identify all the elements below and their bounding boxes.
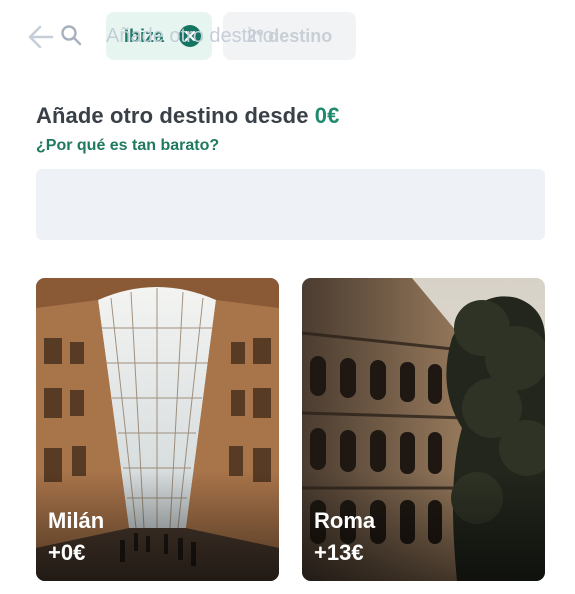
back-button[interactable] — [26, 22, 56, 52]
destination-card-milan[interactable]: Milán +0€ — [36, 278, 279, 581]
why-cheap-link[interactable]: ¿Por qué es tan barato? — [36, 137, 219, 155]
search-box[interactable] — [36, 169, 545, 240]
destination-city: Roma — [314, 508, 376, 533]
destination-price: +0€ — [48, 540, 86, 565]
destination-price: +13€ — [314, 540, 364, 565]
heading-price: 0€ — [314, 103, 340, 128]
destination-card-roma[interactable]: Roma +13€ — [302, 278, 545, 581]
arrow-left-icon — [26, 22, 56, 52]
destination-city: Milán — [48, 508, 105, 533]
page-title: Añade otro destino desde 0€ — [36, 103, 339, 129]
search-icon — [59, 23, 83, 47]
heading-text: Añade otro destino desde — [36, 103, 315, 128]
search-input[interactable] — [106, 19, 486, 53]
